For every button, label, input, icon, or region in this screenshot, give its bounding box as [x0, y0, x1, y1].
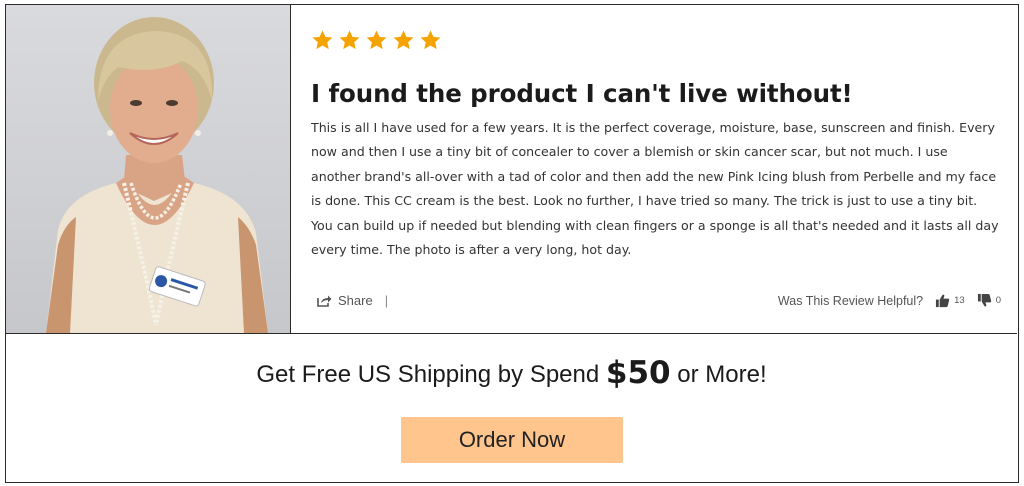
- helpful-up-vote[interactable]: 13: [935, 293, 965, 308]
- share-label: Share: [338, 293, 373, 308]
- reviewer-photo: [6, 5, 291, 333]
- thumbs-down-icon: [977, 293, 991, 307]
- review-title: I found the product I can't live without…: [311, 79, 853, 108]
- shipping-suffix: or More!: [677, 361, 767, 388]
- star-icon: [366, 30, 387, 50]
- helpful-question: Was This Review Helpful?: [777, 293, 924, 308]
- helpful-up-count: 13: [954, 295, 965, 306]
- free-shipping-message: Get Free US Shipping by Spend $50 or Mor…: [6, 355, 1017, 391]
- helpful-voting: Was This Review Helpful? 13 0: [778, 293, 1001, 308]
- review-content: I found the product I can't live without…: [311, 5, 1001, 333]
- share-link[interactable]: Share |: [317, 293, 388, 308]
- shipping-prefix: Get Free US Shipping by Spend: [256, 361, 600, 388]
- star-rating: [311, 29, 442, 52]
- order-now-button[interactable]: Order Now: [401, 417, 623, 463]
- star-icon: [312, 30, 333, 50]
- share-separator: |: [384, 293, 389, 308]
- promo-section: Get Free US Shipping by Spend $50 or Mor…: [6, 335, 1017, 482]
- shipping-threshold: $50: [605, 355, 671, 391]
- review-card: I found the product I can't live without…: [5, 4, 1019, 483]
- helpful-down-vote[interactable]: 0: [977, 293, 1001, 308]
- thumbs-up-icon: [936, 294, 950, 308]
- star-icon: [339, 30, 360, 50]
- review-section: I found the product I can't live without…: [6, 5, 1017, 334]
- star-icon: [393, 30, 414, 50]
- review-body: This is all I have used for a few years.…: [311, 120, 999, 258]
- share-icon: [317, 295, 332, 307]
- star-icon: [420, 30, 441, 50]
- helpful-down-count: 0: [995, 295, 1001, 306]
